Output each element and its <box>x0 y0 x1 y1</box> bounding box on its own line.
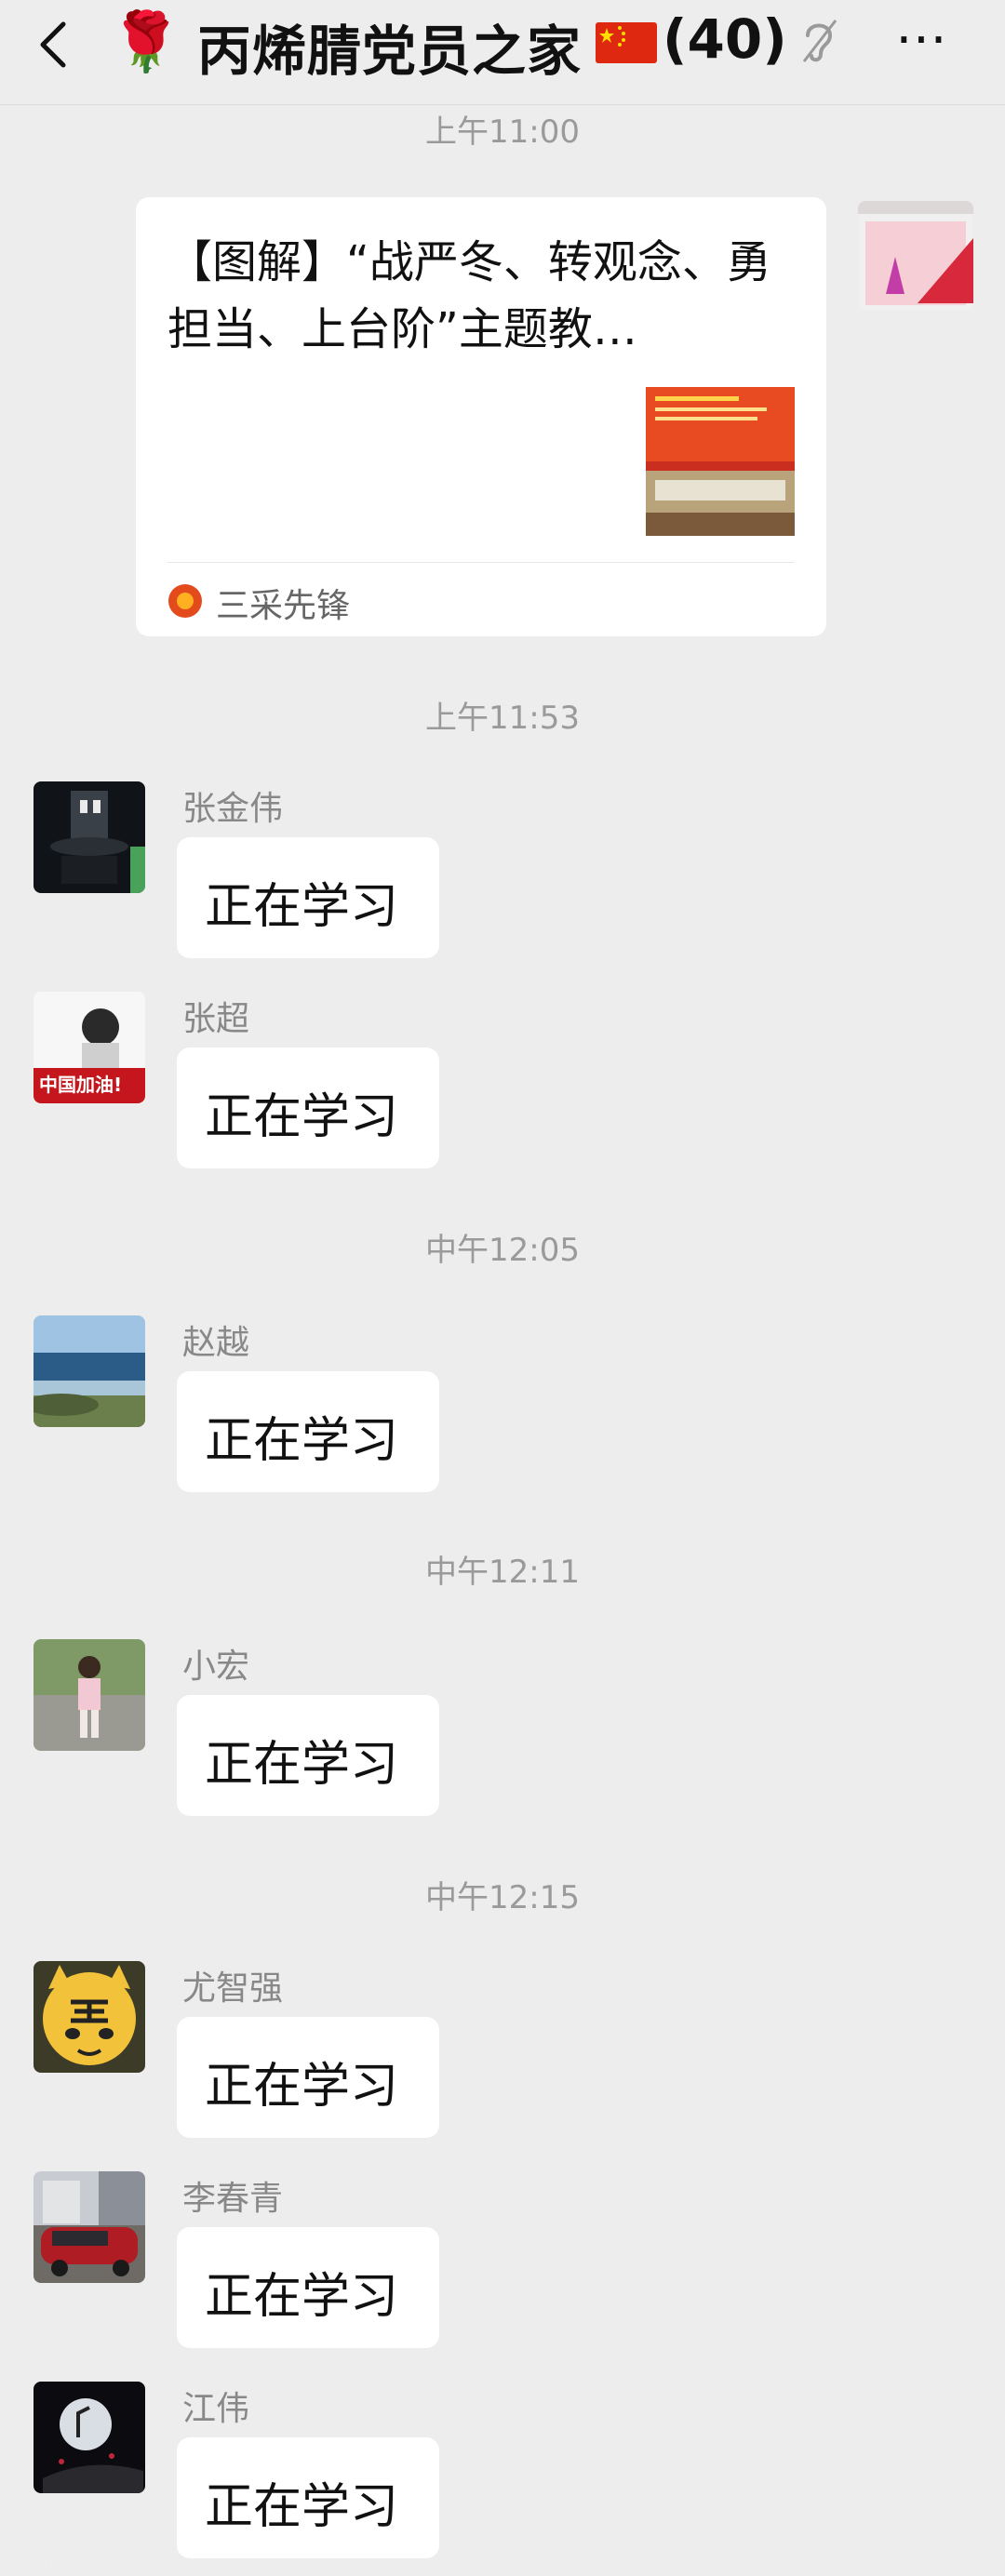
more-icon[interactable]: ⋯ <box>875 11 968 67</box>
member-count: (40) <box>663 7 787 71</box>
back-arrow-icon[interactable] <box>28 17 84 73</box>
rose-icon: 🌹 <box>110 7 182 75</box>
source-logo-icon <box>168 584 202 618</box>
shared-article-card[interactable]: 【图解】“战严冬、转观念、勇担当、上台阶”主题教… 三采先锋 <box>136 197 826 636</box>
sender-name: 张超 <box>182 1000 250 1038</box>
avatar[interactable] <box>34 1639 145 1751</box>
sender-name: 尤智强 <box>182 1969 284 2008</box>
message-bubble[interactable]: 正在学习 <box>177 2227 439 2348</box>
message-bubble[interactable]: 正在学习 <box>177 1371 439 1492</box>
message-text: 正在学习 <box>205 1089 399 1145</box>
avatar[interactable] <box>34 2382 145 2493</box>
sender-name: 江伟 <box>182 2390 250 2428</box>
avatar[interactable]: 中国加油! <box>34 992 145 1103</box>
ear-mute-icon <box>802 20 838 62</box>
avatar[interactable] <box>34 1315 145 1427</box>
china-flag-icon <box>596 22 657 63</box>
sender-name: 张金伟 <box>182 790 284 828</box>
message-bubble[interactable]: 正在学习 <box>177 1695 439 1816</box>
message-text: 正在学习 <box>205 2479 399 2535</box>
timestamp: 中午12:15 <box>425 1879 580 1916</box>
sender-name: 小宏 <box>182 1648 250 1686</box>
timestamp: 中午12:11 <box>425 1554 580 1591</box>
timestamp: 上午11:53 <box>425 700 580 737</box>
timestamp: 上午11:00 <box>425 113 580 151</box>
chat-title: 丙烯腈党员之家 <box>197 20 583 83</box>
message-text: 正在学习 <box>205 1413 399 1469</box>
article-title: 【图解】“战严冬、转观念、勇担当、上台阶”主题教… <box>168 236 771 355</box>
card-divider <box>168 562 795 563</box>
sender-name: 李春青 <box>182 2180 284 2218</box>
message-bubble[interactable]: 正在学习 <box>177 1048 439 1168</box>
avatar-banner-text: 中国加油! <box>39 1074 122 1096</box>
article-source: 三采先锋 <box>216 587 351 625</box>
message-bubble[interactable]: 正在学习 <box>177 837 439 958</box>
message-text: 正在学习 <box>205 879 399 935</box>
chat-header: 🌹 丙烯腈党员之家 (40) ⋯ <box>0 0 1005 105</box>
message-bubble[interactable]: 正在学习 <box>177 2437 439 2558</box>
message-bubble[interactable]: 正在学习 <box>177 2017 439 2138</box>
message-text: 正在学习 <box>205 2059 399 2115</box>
avatar[interactable] <box>34 1961 145 2073</box>
message-text: 正在学习 <box>205 1737 399 1793</box>
message-text: 正在学习 <box>205 2269 399 2325</box>
timestamp: 中午12:05 <box>425 1232 580 1269</box>
article-thumbnail <box>646 387 795 536</box>
watermark: 六盘家园 <box>7 2547 90 2570</box>
self-avatar[interactable] <box>858 201 973 311</box>
avatar[interactable] <box>34 2171 145 2283</box>
avatar[interactable] <box>34 781 145 893</box>
sender-name: 赵越 <box>182 1324 250 1362</box>
